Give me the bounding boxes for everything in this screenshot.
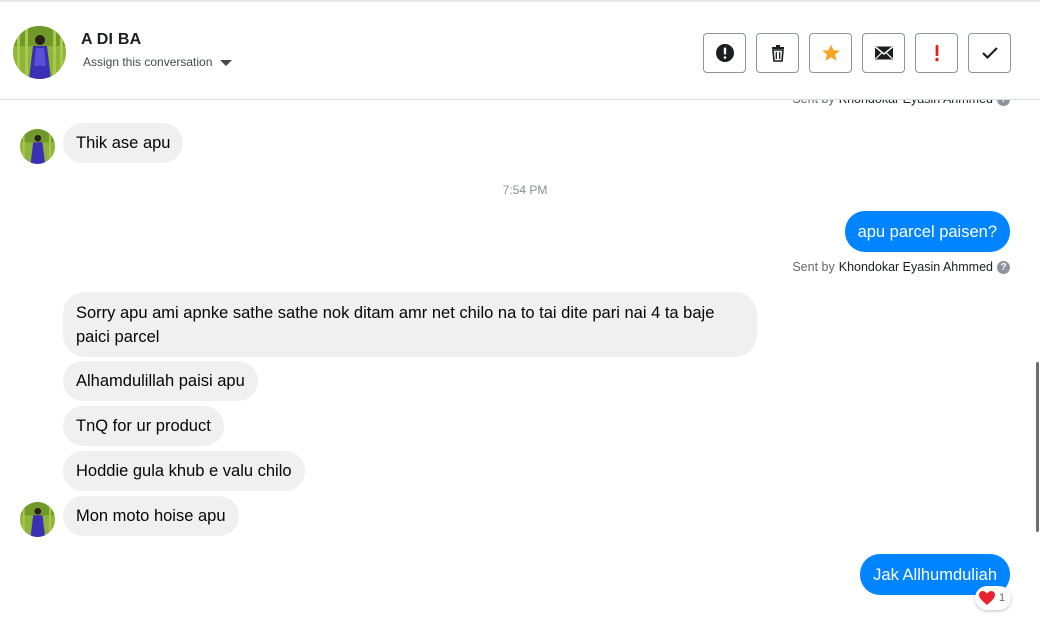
message-reaction[interactable]: 1 [975,586,1012,610]
sender-name: Khondokar Eyasin Ahmmed [838,260,993,274]
help-icon[interactable]: ? [997,100,1010,106]
delete-button[interactable] [756,33,799,73]
sent-by-note: Sent by Khondokar Eyasin Ahmmed ? [792,260,1010,274]
checkmark-icon [981,47,998,60]
star-icon [821,44,840,61]
chevron-down-icon [220,60,233,66]
message-thread[interactable]: Sent by Khondokar Eyasin Ahmmed ? Thik a… [0,100,1040,641]
contact-avatar-small [20,129,55,164]
incoming-message[interactable]: TnQ for ur product [63,406,224,446]
heart-icon [979,591,995,605]
reaction-count: 1 [999,592,1006,604]
mark-spam-button[interactable] [703,33,746,73]
alert-circle-icon [715,44,734,62]
scrollbar-thumb[interactable] [1036,362,1039,532]
message-timestamp: 7:54 PM [502,183,548,197]
envelope-icon [874,46,893,60]
trash-icon [771,45,784,62]
help-icon[interactable]: ? [997,260,1010,274]
star-button[interactable] [809,33,852,73]
incoming-message[interactable]: Thik ase apu [63,123,184,163]
conversation-actions [703,33,1011,73]
sent-by-note: Sent by Khondokar Eyasin Ahmmed ? [792,100,1010,106]
sender-name: Khondokar Eyasin Ahmmed [839,100,993,106]
assign-conversation-dropdown[interactable]: Assign this conversation [83,55,233,69]
done-button[interactable] [968,33,1011,73]
incoming-message[interactable]: Mon moto hoise apu [63,496,239,536]
follow-up-button[interactable] [915,33,958,73]
exclamation-icon [934,45,939,62]
incoming-message[interactable]: Hoddie gula khub e valu chilo [63,451,305,491]
contact-avatar-small [20,502,55,537]
contact-avatar[interactable] [13,26,66,79]
outgoing-message[interactable]: apu parcel paisen? [844,211,1010,252]
mark-unread-button[interactable] [862,33,905,73]
incoming-message[interactable]: Alhamdulillah paisi apu [63,361,258,401]
contact-name: A DI BA [81,31,142,48]
conversation-header: A DI BA Assign this conversation [0,0,1040,100]
assign-label: Assign this conversation [83,55,213,69]
incoming-message[interactable]: Sorry apu ami apnke sathe sathe nok dita… [63,292,757,357]
